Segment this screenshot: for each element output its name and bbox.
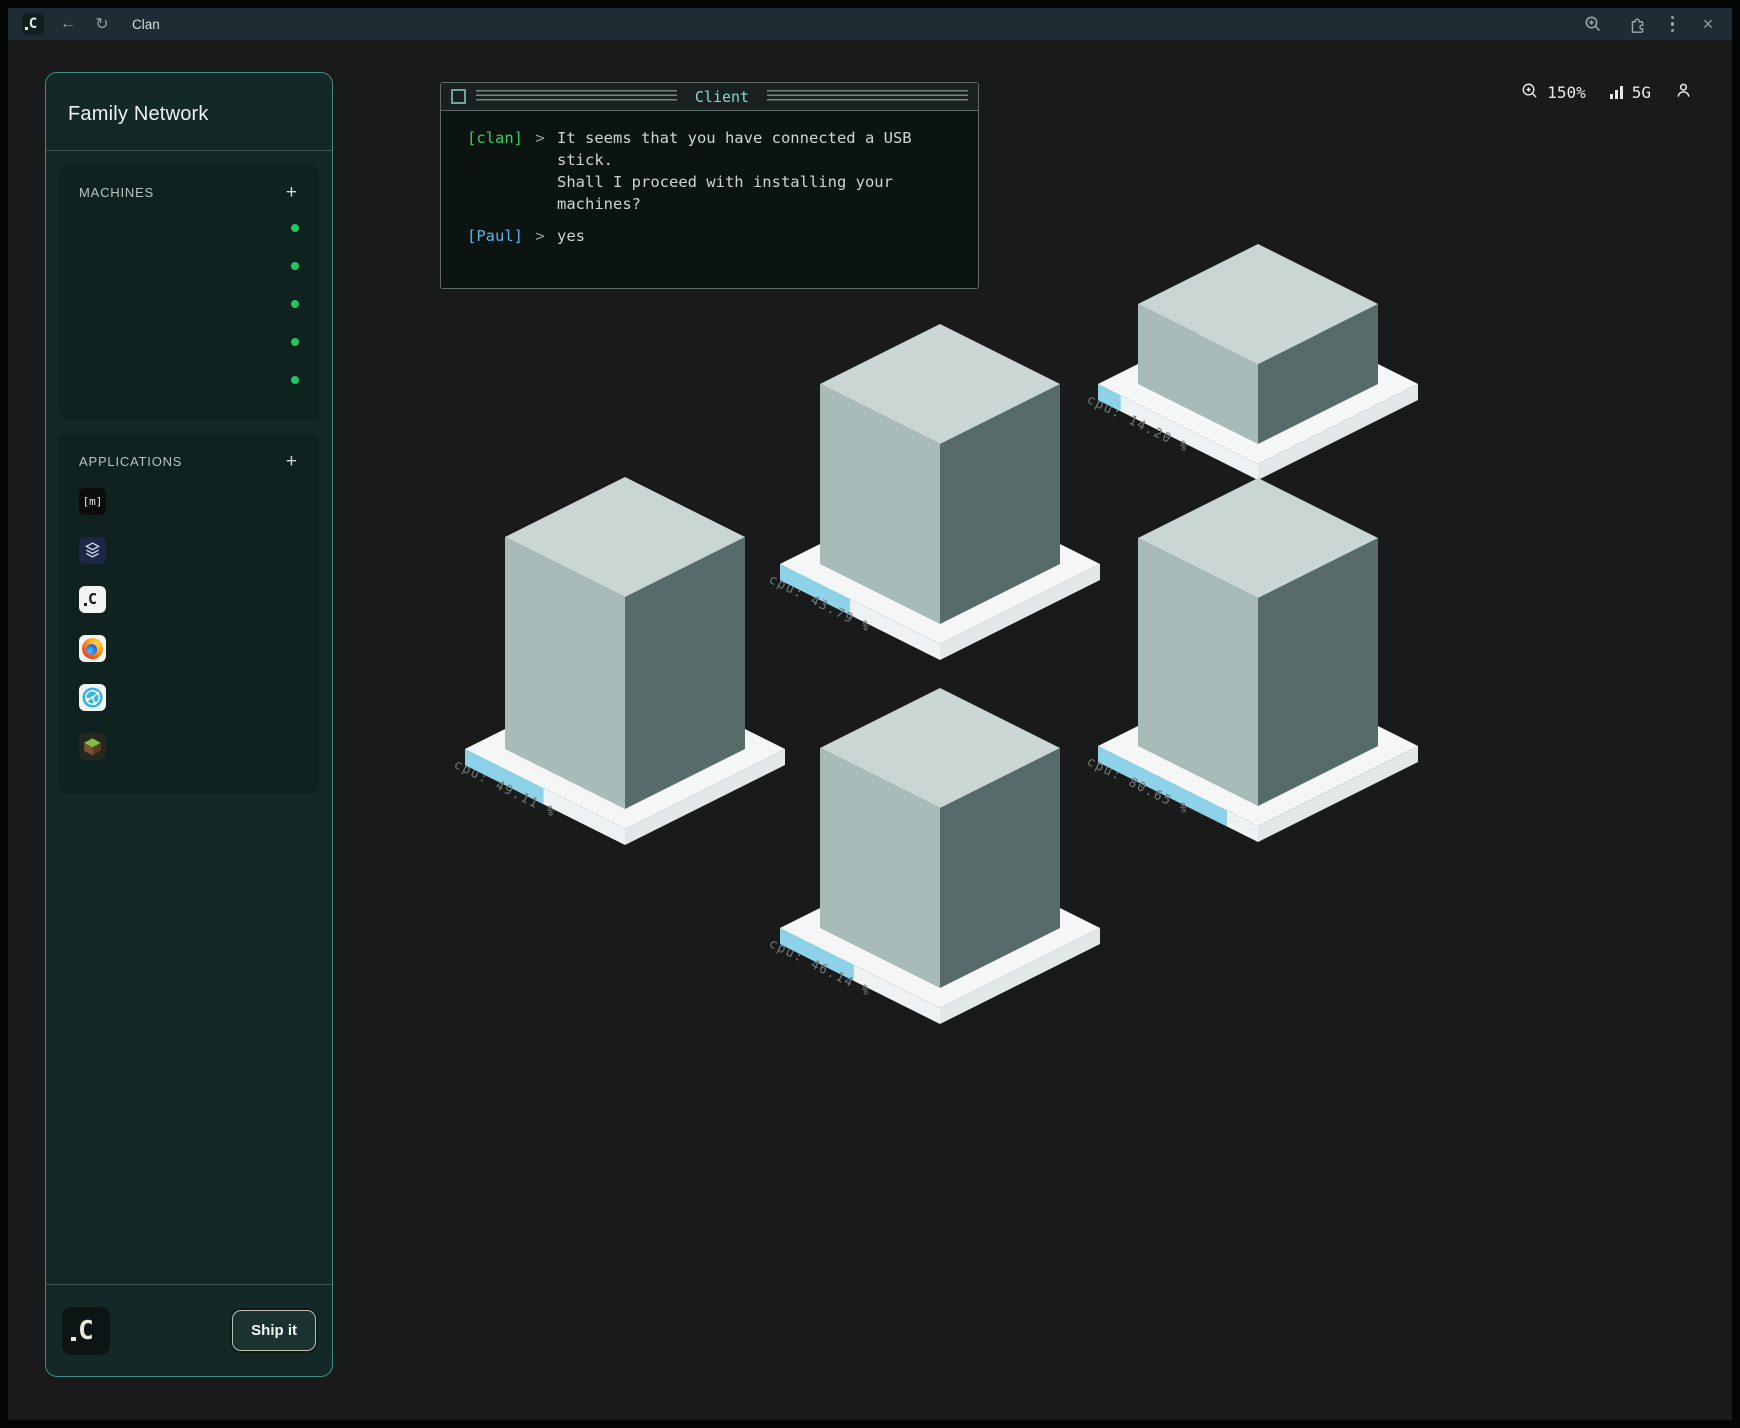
refresh-icon[interactable]: ↻ <box>92 14 112 34</box>
back-icon[interactable]: ← <box>58 15 78 33</box>
machine-item[interactable] <box>79 322 299 360</box>
application-item[interactable] <box>79 624 299 673</box>
machine-cube[interactable]: cpu: 46.14 % <box>766 688 1100 1024</box>
page-title: Family Network <box>46 73 332 150</box>
firefox-icon <box>79 635 106 662</box>
online-status-dot <box>291 338 299 346</box>
machine-cube[interactable]: cpu: 49.11 % <box>451 477 785 845</box>
divider <box>46 150 332 151</box>
online-status-dot <box>291 300 299 308</box>
menu-kebab-icon[interactable] <box>1671 16 1675 33</box>
chat-message: [Paul]>yes <box>451 225 968 247</box>
clan-logo-icon: C <box>22 13 44 35</box>
client-log: [clan]>It seems that you have connected … <box>441 111 978 273</box>
matrix-icon: [m] <box>79 488 106 515</box>
office-suite-icon: C <box>79 586 106 613</box>
chat-message: [clan]>It seems that you have connected … <box>451 127 968 215</box>
application-item[interactable] <box>79 526 299 575</box>
machine-item[interactable] <box>79 208 299 246</box>
extensions-icon[interactable] <box>1627 14 1647 34</box>
window-box-icon[interactable] <box>451 89 466 104</box>
zoom-level-value: 150% <box>1547 83 1586 102</box>
zoom-in-icon[interactable] <box>1583 14 1603 34</box>
application-item[interactable]: [m] <box>79 477 299 526</box>
close-icon[interactable]: × <box>1698 14 1718 35</box>
application-item[interactable] <box>79 722 299 771</box>
machine-cube[interactable]: cpu: 43.79 % <box>766 324 1100 660</box>
titlebar-stripes <box>476 90 677 104</box>
machine-cube[interactable]: cpu: 80.65 % <box>1084 478 1418 842</box>
status-indicators: 150% 5G <box>1521 82 1692 103</box>
client-window-title: Client <box>687 88 757 106</box>
message-text: yes <box>557 225 585 247</box>
applications-header: APPLICATIONS <box>79 454 182 469</box>
titlebar-stripes <box>767 90 968 104</box>
machine-item[interactable] <box>79 246 299 284</box>
online-status-dot <box>291 376 299 384</box>
ship-it-button[interactable]: Ship it <box>232 1310 316 1351</box>
window-title: Clan <box>132 17 160 32</box>
applications-panel: APPLICATIONS + [m] C <box>59 434 319 793</box>
application-item[interactable]: C <box>79 575 299 624</box>
syncthing-icon <box>79 684 106 711</box>
application-item[interactable] <box>79 673 299 722</box>
sidebar: Family Network MACHINES + APPLICATIONS +… <box>45 72 333 1377</box>
user-icon[interactable] <box>1675 82 1692 103</box>
machines-header: MACHINES <box>79 185 154 200</box>
window-titlebar[interactable]: C ← ↻ Clan × <box>8 8 1732 40</box>
zoom-level-icon <box>1521 82 1538 103</box>
machines-panel: MACHINES + <box>59 165 319 420</box>
network-label: 5G <box>1632 83 1651 102</box>
online-status-dot <box>291 262 299 270</box>
client-titlebar[interactable]: Client <box>441 83 978 111</box>
message-sender: [Paul] <box>451 225 523 247</box>
app-canvas: cpu: 49.11 %cpu: 43.79 %cpu: 14.20 %cpu:… <box>8 40 1732 1420</box>
machine-item[interactable] <box>79 284 299 322</box>
add-machine-button[interactable]: + <box>284 183 299 202</box>
add-application-button[interactable]: + <box>284 452 299 471</box>
clan-logo-icon: C <box>62 1307 110 1355</box>
backup-icon <box>79 537 106 564</box>
machine-item[interactable] <box>79 360 299 398</box>
message-sender: [clan] <box>451 127 523 215</box>
minecraft-icon <box>79 733 106 760</box>
message-text: It seems that you have connected a USB s… <box>557 127 912 215</box>
online-status-dot <box>291 224 299 232</box>
machine-cube[interactable]: cpu: 14.20 % <box>1084 244 1418 480</box>
sidebar-footer: C Ship it <box>46 1284 332 1376</box>
prompt-symbol: > <box>523 127 557 215</box>
client-window: Client [clan]>It seems that you have con… <box>440 82 979 289</box>
prompt-symbol: > <box>523 225 557 247</box>
signal-bars-icon <box>1610 86 1623 99</box>
